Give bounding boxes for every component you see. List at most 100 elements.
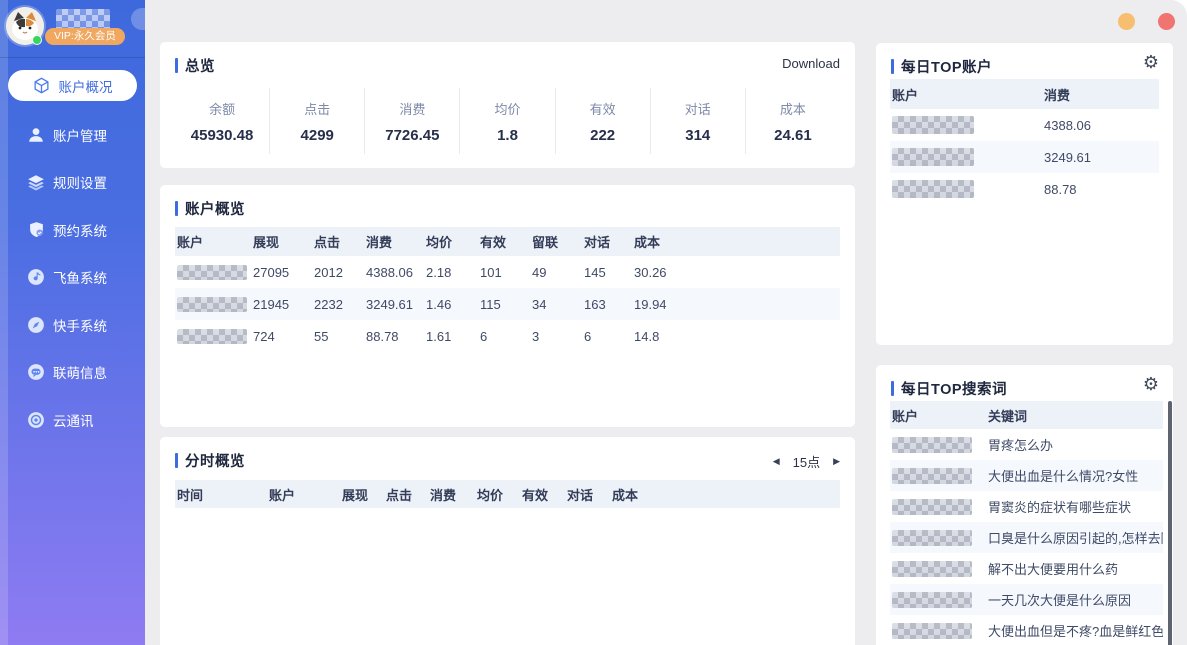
top-keywords-card: 每日TOP搜索词 ⚙ 账户关键词胃疼怎么办大便出血是什么情况?女性胃窦炎的症状有… <box>876 365 1173 645</box>
overview-card: 总览 Download 余额45930.48点击4299消费7726.45均价1… <box>160 42 855 168</box>
keyword-cell: 口臭是什么原因引起的,怎样去除 <box>986 528 1163 547</box>
table-row: 2709520124388.062.181014914530.26 <box>175 256 840 288</box>
top-accounts-title: 每日TOP账户 <box>901 56 992 77</box>
compass-icon <box>27 316 45 334</box>
top-accounts-card-title: 每日TOP账户 <box>891 56 992 77</box>
online-status-dot <box>32 35 42 45</box>
chat-bubble-icon <box>27 363 45 381</box>
target-icon <box>27 411 45 429</box>
stat-label: 点击 <box>304 99 330 118</box>
account-name-masked <box>892 499 972 515</box>
hourly-overview-title: 分时概览 <box>185 450 245 471</box>
table-cell: 2012 <box>312 265 364 280</box>
column-header: 时间 <box>175 485 267 504</box>
table-row: 大便出血但是不疼?血是鲜红色是 <box>890 615 1163 645</box>
stat-value: 4299 <box>301 127 334 144</box>
gear-icon[interactable]: ⚙ <box>1143 374 1159 395</box>
column-header: 消费 <box>1042 85 1159 104</box>
stat-value: 1.8 <box>497 127 518 144</box>
column-header: 对话 <box>582 232 632 251</box>
column-header: 消费 <box>428 485 475 504</box>
table-cell: 88.78 <box>1042 182 1159 197</box>
table-row: 解不出大便要用什么药 <box>890 553 1163 584</box>
close-button[interactable] <box>1158 13 1175 30</box>
column-header: 留联 <box>530 232 582 251</box>
pager-next-icon[interactable]: ▶ <box>833 457 840 467</box>
sidebar-item-guize-shezhi[interactable]: 规则设置 <box>8 167 137 198</box>
account-name-masked <box>892 180 974 198</box>
stat-label: 成本 <box>780 99 806 118</box>
column-header: 账户 <box>890 406 986 425</box>
table-cell: 3 <box>530 329 582 344</box>
sidebar-item-label: 预约系统 <box>53 220 107 240</box>
stat-label: 消费 <box>399 99 425 118</box>
column-header: 对话 <box>565 485 610 504</box>
sidebar-item-zhanghu-gaikuang[interactable]: 账户概况 <box>8 70 137 101</box>
title-accent-bar <box>175 453 178 468</box>
top-keywords-card-title: 每日TOP搜索词 <box>891 378 1007 399</box>
stat-5: 对话314 <box>650 88 745 154</box>
table-row: 大便出血是什么情况?女性 <box>890 460 1163 491</box>
table-cell: 6 <box>582 329 632 344</box>
table-cell: 34 <box>530 297 582 312</box>
sidebar-item-feiyu-xitong[interactable]: 飞鱼系统 <box>8 262 137 293</box>
overview-stats: 余额45930.48点击4299消费7726.45均价1.8有效222对话314… <box>175 88 840 154</box>
minimize-button[interactable] <box>1118 13 1135 30</box>
table-cell: 88.78 <box>364 329 424 344</box>
stat-label: 有效 <box>590 99 616 118</box>
table-cell: 14.8 <box>632 329 690 344</box>
table-cell: 1.61 <box>424 329 478 344</box>
stat-6: 成本24.61 <box>745 88 840 154</box>
table-header-row: 账户展现点击消费均价有效留联对话成本 <box>175 227 840 256</box>
shield-icon <box>27 221 45 239</box>
table-cell: 27095 <box>251 265 312 280</box>
layers-icon <box>27 173 45 191</box>
table-cell: 4388.06 <box>1042 118 1159 133</box>
sidebar-edge-strip <box>0 0 8 645</box>
sidebar-item-zhanghu-guanli[interactable]: 账户管理 <box>8 119 137 150</box>
table-cell: 30.26 <box>632 265 690 280</box>
sidebar-item-label: 快手系统 <box>53 315 107 335</box>
account-name-masked <box>892 116 974 134</box>
gear-icon[interactable]: ⚙ <box>1143 52 1159 73</box>
vip-badge: VIP:永久会员 <box>45 28 125 45</box>
table-row: 88.78 <box>890 173 1159 205</box>
table-row: 一天几次大便是什么原因 <box>890 584 1163 615</box>
sidebar-item-label: 飞鱼系统 <box>53 267 107 287</box>
table-row: 4388.06 <box>890 109 1159 141</box>
table-row: 口臭是什么原因引起的,怎样去除 <box>890 522 1163 553</box>
music-note-icon <box>27 268 45 286</box>
sidebar-item-yuyue-xitong[interactable]: 预约系统 <box>8 214 137 245</box>
sidebar-item-lianmeng-xinxi[interactable]: 联萌信息 <box>8 357 137 388</box>
overview-card-title: 总览 <box>175 55 215 76</box>
sidebar-item-kuaishou-xitong[interactable]: 快手系统 <box>8 309 137 340</box>
table-cell: 3249.61 <box>1042 150 1159 165</box>
column-header: 成本 <box>632 232 690 251</box>
column-header: 账户 <box>890 85 1042 104</box>
hourly-overview-card: 分时概览 ◀ 15点 ▶ 时间账户展现点击消费均价有效对话成本 <box>160 437 855 645</box>
column-header: 账户 <box>175 232 251 251</box>
keyword-cell: 胃窦炎的症状有哪些症状 <box>986 497 1163 516</box>
column-header: 有效 <box>478 232 530 251</box>
stat-value: 45930.48 <box>191 127 254 144</box>
table-header-row: 账户关键词 <box>890 401 1163 429</box>
sidebar-collapse-handle[interactable] <box>131 8 145 30</box>
sidebar: VIP:永久会员 账户概况账户管理规则设置预约系统飞鱼系统快手系统联萌信息云通讯 <box>0 0 145 645</box>
download-button[interactable]: Download <box>782 56 840 71</box>
top-keywords-title: 每日TOP搜索词 <box>901 378 1007 399</box>
scrollbar-thumb[interactable] <box>1168 401 1172 645</box>
table-cell: 115 <box>478 297 530 312</box>
table-cell: 1.46 <box>424 297 478 312</box>
hour-pager: ◀ 15点 ▶ <box>773 452 840 471</box>
column-header: 均价 <box>424 232 478 251</box>
hourly-overview-table: 时间账户展现点击消费均价有效对话成本 <box>175 480 840 508</box>
table-cell: 2.18 <box>424 265 478 280</box>
sidebar-item-yuntongxun[interactable]: 云通讯 <box>8 404 137 435</box>
hourly-overview-card-title: 分时概览 <box>175 450 245 471</box>
table-cell: 4388.06 <box>364 265 424 280</box>
keyword-cell: 大便出血是什么情况?女性 <box>986 466 1163 485</box>
keyword-cell: 解不出大便要用什么药 <box>986 559 1163 578</box>
title-accent-bar <box>891 59 894 74</box>
table-cell: 19.94 <box>632 297 690 312</box>
pager-prev-icon[interactable]: ◀ <box>773 457 780 467</box>
